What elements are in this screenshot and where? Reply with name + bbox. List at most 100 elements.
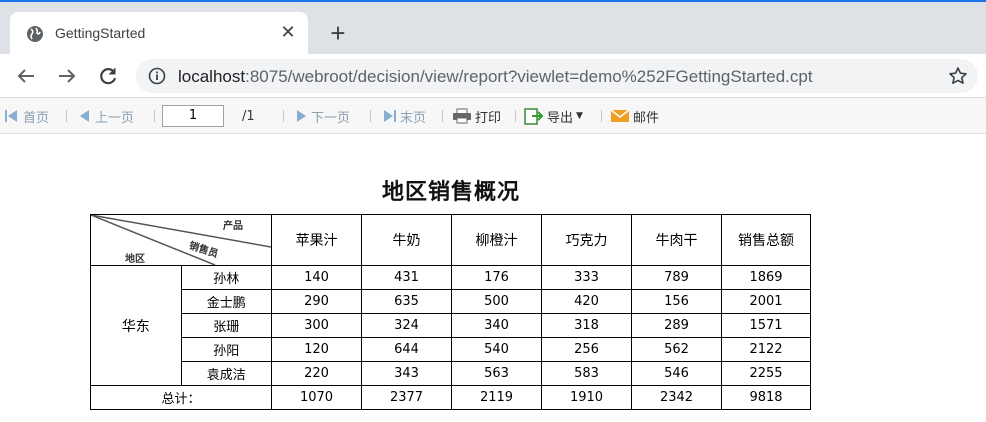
- new-tab-button[interactable]: +: [324, 20, 352, 48]
- mail-button[interactable]: 邮件: [610, 107, 660, 126]
- toolbar-divider: [442, 110, 443, 122]
- region-cell: 华东: [90, 265, 182, 386]
- value-cell: 635: [361, 289, 452, 314]
- next-page-label: 下一页: [311, 110, 351, 126]
- table-row: 张珊 300 324 340 318 289 1571: [91, 313, 811, 338]
- total-cell: 1869: [721, 265, 811, 290]
- value-cell: 644: [361, 337, 452, 362]
- navigation-bar: localhost:8075/webroot/decision/view/rep…: [0, 54, 986, 98]
- prev-page-label: 上一页: [95, 110, 135, 126]
- salesperson-cell: 孙阳: [180, 337, 272, 362]
- url-text: localhost:8075/webroot/decision/view/rep…: [178, 67, 813, 87]
- toolbar-divider: [66, 110, 67, 122]
- value-cell: 431: [361, 265, 452, 290]
- value-cell: 789: [631, 265, 722, 290]
- print-label: 打印: [475, 110, 502, 126]
- url-host: localhost: [178, 67, 246, 86]
- toolbar-divider: [515, 110, 516, 122]
- value-cell: 324: [361, 313, 452, 338]
- report-title: 地区销售概况: [381, 179, 520, 205]
- total-cell: 2255: [721, 361, 811, 386]
- table-row: 袁成洁 220 343 563 583 546 2255: [91, 361, 811, 386]
- column-header: 柳橙汁: [451, 214, 542, 266]
- tab-title: GettingStarted: [55, 25, 146, 41]
- column-header: 苹果汁: [271, 214, 362, 266]
- first-page-button[interactable]: 首页: [4, 107, 50, 126]
- value-cell: 563: [451, 361, 542, 386]
- export-button[interactable]: 导出 ▼: [524, 107, 583, 126]
- export-label: 导出: [547, 110, 574, 126]
- dropdown-caret-icon: ▼: [576, 111, 583, 121]
- value-cell: 343: [361, 361, 452, 386]
- prev-page-icon: [80, 110, 89, 122]
- next-page-button[interactable]: 下一页: [294, 107, 351, 126]
- total-cell: 2122: [721, 337, 811, 362]
- corner-label-region: 地区: [125, 254, 145, 265]
- toolbar-divider: [370, 110, 371, 122]
- value-cell: 140: [271, 265, 362, 290]
- toolbar-divider: [601, 110, 602, 122]
- last-page-button[interactable]: 末页: [381, 107, 426, 126]
- reload-icon[interactable]: [96, 64, 120, 88]
- page-total: /1: [242, 109, 255, 124]
- header-row: 产品 销售员 地区 苹果汁 牛奶 柳橙汁 巧克力 牛肉干 销售总额: [90, 214, 811, 266]
- salesperson-cell: 张珊: [180, 313, 272, 338]
- value-cell: 220: [271, 361, 362, 386]
- column-header: 牛肉干: [631, 214, 722, 266]
- value-cell: 300: [271, 313, 362, 338]
- value-cell: 256: [541, 337, 632, 362]
- column-header: 巧克力: [541, 214, 632, 266]
- prev-page-button[interactable]: 上一页: [78, 107, 135, 126]
- table-row: 金士鹏 290 635 500 420 156 2001: [91, 289, 811, 314]
- column-header: 销售总额: [721, 214, 811, 266]
- value-cell: 562: [631, 337, 722, 362]
- table-row: 华东 孙林 140 431 176 333 789 1869: [90, 265, 811, 386]
- forward-arrow-icon[interactable]: [55, 64, 79, 88]
- mail-icon: [610, 109, 630, 122]
- total-cell: 1571: [721, 313, 811, 338]
- back-arrow-icon[interactable]: [14, 64, 38, 88]
- url-path: :8075/webroot/decision/view/report?viewl…: [245, 67, 813, 86]
- total-label-cell: 总计：: [90, 385, 272, 410]
- value-cell: 156: [631, 289, 722, 314]
- column-total-cell: 1070: [271, 385, 362, 410]
- printer-icon: [453, 108, 471, 124]
- column-header: 牛奶: [361, 214, 452, 266]
- salesperson-cell: 金士鹏: [180, 289, 272, 314]
- globe-icon: [27, 26, 43, 42]
- value-cell: 420: [541, 289, 632, 314]
- salesperson-cell: 袁成洁: [180, 361, 272, 386]
- corner-label-product: 产品: [223, 221, 243, 232]
- salesperson-cell: 孙林: [180, 265, 272, 290]
- mail-label: 邮件: [633, 110, 660, 126]
- first-page-label: 首页: [23, 110, 50, 126]
- column-total-cell: 2377: [361, 385, 452, 410]
- value-cell: 176: [451, 265, 542, 290]
- total-cell: 2001: [721, 289, 811, 314]
- close-icon[interactable]: ✕: [278, 23, 298, 43]
- report-toolbar: 首页 上一页 下一页 末页 打印 导出 ▼ 邮件: [0, 98, 986, 134]
- table-row: 孙阳 120 644 540 256 562 2122: [91, 337, 811, 362]
- toolbar-divider: [283, 110, 284, 122]
- value-cell: 583: [541, 361, 632, 386]
- info-icon[interactable]: [148, 67, 166, 85]
- browser-tab[interactable]: GettingStarted ✕: [10, 12, 308, 56]
- value-cell: 290: [271, 289, 362, 314]
- address-bar[interactable]: localhost:8075/webroot/decision/view/rep…: [136, 59, 978, 93]
- bookmark-star-icon[interactable]: [948, 66, 968, 86]
- value-cell: 546: [631, 361, 722, 386]
- first-page-icon: [5, 110, 17, 122]
- export-icon: [524, 108, 544, 125]
- print-button[interactable]: 打印: [452, 107, 502, 126]
- value-cell: 289: [631, 313, 722, 338]
- last-page-icon: [384, 110, 396, 122]
- page-number-input[interactable]: 1: [162, 105, 224, 127]
- value-cell: 540: [451, 337, 542, 362]
- diagonal-header: 产品 销售员 地区: [91, 215, 271, 265]
- value-cell: 340: [451, 313, 542, 338]
- corner-header-cell: 产品 销售员 地区: [90, 214, 272, 266]
- column-total-cell: 2342: [631, 385, 722, 410]
- value-cell: 333: [541, 265, 632, 290]
- totals-row: 总计： 1070 2377 2119 1910 2342 9818: [90, 385, 811, 410]
- diagonal-lines: [91, 215, 271, 265]
